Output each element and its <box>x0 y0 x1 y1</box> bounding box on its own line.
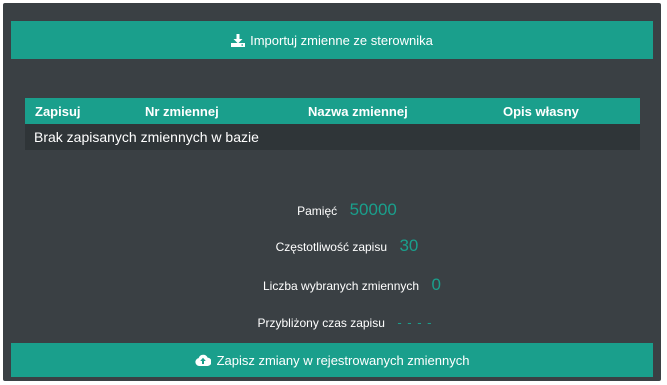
frequency-label: Częstotliwość zapisu <box>275 240 387 254</box>
selected-count-label: Liczba wybranych zmiennych <box>263 279 420 293</box>
empty-table-message: Brak zapisanych zmiennych w bazie <box>25 124 640 150</box>
column-header-variable-name: Nazwa zmiennej <box>308 103 408 119</box>
memory-stat: Pamięć 50000 <box>18 200 667 220</box>
memory-value: 50000 <box>349 200 397 219</box>
memory-label: Pamięć <box>297 204 338 218</box>
save-changes-button[interactable]: Zapisz zmiany w rejestrowanych zmiennych <box>11 343 653 377</box>
cloud-upload-icon <box>195 354 211 366</box>
column-header-description: Opis własny <box>503 103 579 119</box>
import-button-label: Importuj zmienne ze sterownika <box>250 32 433 48</box>
selected-count-stat: Liczba wybranych zmiennych 0 <box>23 275 667 295</box>
approx-time-stat: Przybliżony czas zapisu - - - - <box>16 314 667 332</box>
import-variables-button[interactable]: Importuj zmienne ze sterownika <box>11 21 653 59</box>
approx-time-label: Przybliżony czas zapisu <box>257 316 385 330</box>
variables-table: Zapisuj Nr zmiennej Nazwa zmiennej Opis … <box>25 98 640 150</box>
save-button-label: Zapisz zmiany w rejestrowanych zmiennych <box>216 352 470 368</box>
frequency-stat: Częstotliwość zapisu 30 <box>18 236 667 256</box>
frequency-value: 30 <box>399 236 419 255</box>
download-icon <box>231 33 246 47</box>
table-header: Zapisuj Nr zmiennej Nazwa zmiennej Opis … <box>25 98 640 124</box>
column-header-save: Zapisuj <box>35 103 81 119</box>
variables-panel: Importuj zmienne ze sterownika Zapisuj N… <box>3 3 661 381</box>
column-header-variable-number: Nr zmiennej <box>145 103 219 119</box>
approx-time-value: - - - - <box>397 315 433 330</box>
selected-count-value: 0 <box>431 275 441 294</box>
